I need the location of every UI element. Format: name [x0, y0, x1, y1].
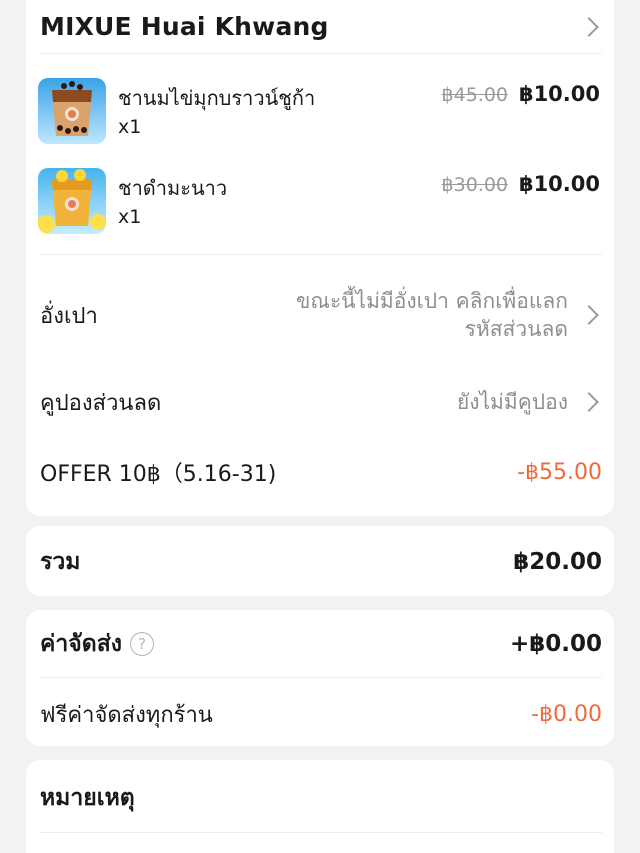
total-row: รวม ฿20.00: [40, 542, 602, 582]
note-row: หมายเหตุ: [40, 778, 602, 818]
divider: [40, 677, 602, 678]
order-item: ชาดำมะนาว x1 ฿30.00 ฿10.00: [38, 168, 602, 238]
delivery-amount: +฿0.00: [509, 631, 602, 657]
note-card[interactable]: หมายเหตุ: [26, 760, 614, 853]
item-price: ฿10.00: [518, 82, 600, 106]
item-price: ฿10.00: [518, 172, 600, 196]
item-name: ชาดำมะนาว: [118, 176, 228, 200]
offer-label: OFFER 10฿（5.16-31): [40, 462, 277, 487]
total-card: รวม ฿20.00: [26, 526, 614, 596]
item-original-price: ฿45.00: [441, 84, 508, 106]
total-label: รวม: [40, 549, 81, 575]
store-name: MIXUE Huai Khwang: [40, 12, 329, 41]
order-item: ชานมไข่มุกบราวน์ชูก้า x1 ฿45.00 ฿10.00: [38, 78, 602, 148]
free-delivery-label: ฟรีค่าจัดส่งทุกร้าน: [40, 702, 213, 728]
help-icon[interactable]: ?: [129, 632, 154, 656]
chevron-right-icon: [579, 16, 599, 37]
checkout-page: MIXUE Huai Khwang ชานมไข่มุกบราวน์ชูก้า …: [0, 0, 640, 853]
coupon-row[interactable]: คูปองส่วนลด ยังไม่มีคูปอง: [40, 382, 602, 422]
item-name: ชานมไข่มุกบราวน์ชูก้า: [118, 86, 316, 110]
item-qty: x1: [118, 116, 142, 138]
delivery-label: ค่าจัดส่ง: [40, 631, 122, 657]
coupon-hint: ยังไม่มีคูปอง: [456, 389, 568, 414]
delivery-label-group: ค่าจัดส่ง ?: [40, 626, 154, 662]
delivery-card: ค่าจัดส่ง ? +฿0.00 ฟรีค่าจัดส่งทุกร้าน -…: [26, 610, 614, 746]
angpao-hint: ขณะนี้ไม่มีอั่งเปา คลิกเพื่อแลก รหัสส่วน…: [296, 287, 568, 344]
coupon-label: คูปองส่วนลด: [40, 390, 162, 416]
offer-amount: -฿55.00: [517, 459, 602, 485]
angpao-hint-line1: ขณะนี้ไม่มีอั่งเปา คลิกเพื่อแลก: [296, 288, 568, 313]
angpao-label: อั่งเปา: [40, 303, 98, 329]
offer-row: OFFER 10฿（5.16-31) -฿55.00: [40, 452, 602, 492]
chevron-right-icon: [579, 305, 599, 325]
product-image-brown-sugar: [38, 78, 106, 144]
total-amount: ฿20.00: [513, 549, 602, 575]
divider: [40, 254, 602, 255]
delivery-fee-row: ค่าจัดส่ง ? +฿0.00: [40, 624, 602, 664]
chevron-right-icon: [579, 392, 599, 412]
item-original-price: ฿30.00: [441, 174, 508, 196]
item-qty: x1: [118, 206, 142, 228]
free-delivery-row: ฟรีค่าจัดส่งทุกร้าน -฿0.00: [40, 694, 602, 734]
angpao-hint-line2: รหัสส่วนลด: [464, 317, 568, 341]
order-card: MIXUE Huai Khwang ชานมไข่มุกบราวน์ชูก้า …: [26, 0, 614, 516]
product-image-lemon-tea: [38, 168, 106, 234]
note-label: หมายเหตุ: [40, 785, 135, 811]
divider: [40, 832, 602, 833]
angpao-row[interactable]: อั่งเปา ขณะนี้ไม่มีอั่งเปา คลิกเพื่อแลก …: [40, 282, 602, 348]
store-row[interactable]: MIXUE Huai Khwang: [40, 0, 602, 54]
free-delivery-amount: -฿0.00: [531, 701, 602, 727]
